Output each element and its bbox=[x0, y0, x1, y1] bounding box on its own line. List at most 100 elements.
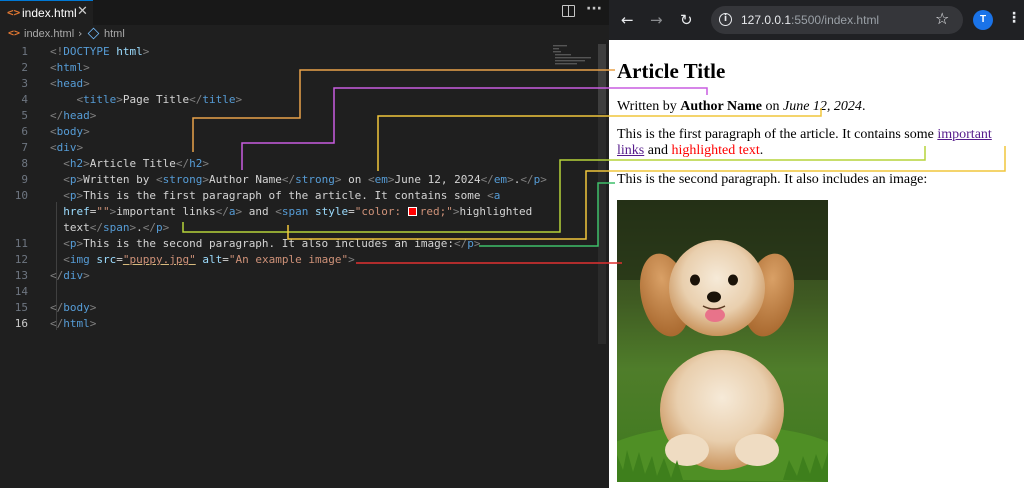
bookmark-star-icon[interactable]: ☆ bbox=[935, 9, 949, 28]
code-token: </ bbox=[50, 317, 64, 330]
code-text: <head> bbox=[50, 77, 90, 90]
code-token: body bbox=[56, 125, 84, 138]
code-token: style bbox=[314, 205, 349, 218]
code-token: < bbox=[63, 237, 70, 250]
breadcrumb-separator: › bbox=[78, 27, 83, 40]
color-swatch[interactable] bbox=[407, 207, 417, 216]
code-line[interactable]: 13 </div> bbox=[0, 269, 600, 285]
line-number: 13 bbox=[14, 269, 28, 282]
close-icon[interactable]: ✕ bbox=[77, 4, 88, 19]
more-actions-icon[interactable]: ··· bbox=[586, 1, 602, 17]
code-token: h2 bbox=[69, 157, 84, 170]
code-token: </ bbox=[175, 157, 190, 170]
code-line[interactable]: 10 <p>This is the first paragraph of the… bbox=[0, 189, 600, 205]
code-line[interactable]: 1 <!DOCTYPE html> bbox=[0, 45, 600, 61]
code-token: red;" bbox=[419, 205, 453, 218]
browser-menu-icon[interactable]: ⋮ bbox=[1007, 10, 1021, 26]
reload-icon[interactable]: ↻ bbox=[680, 11, 693, 29]
code-text: <img src="puppy.jpg" alt="An example ima… bbox=[50, 253, 354, 266]
code-token: span bbox=[103, 221, 130, 234]
code-line[interactable]: 2 <html> bbox=[0, 61, 600, 77]
code-line[interactable]: 12 <img src="puppy.jpg" alt="An example … bbox=[0, 253, 600, 269]
code-token: </ bbox=[142, 221, 156, 234]
tab-index-html[interactable]: <> index.html ✕ bbox=[0, 0, 93, 25]
code-token: title bbox=[83, 93, 117, 106]
code-token: div bbox=[56, 141, 77, 154]
breadcrumb-element[interactable]: html bbox=[104, 28, 125, 40]
code-token: href bbox=[63, 205, 90, 218]
code-token: </ bbox=[480, 173, 494, 186]
profile-avatar[interactable]: T bbox=[973, 10, 993, 30]
code-token: "puppy.jpg" bbox=[122, 253, 196, 266]
line-number: 5 bbox=[21, 109, 28, 122]
code-token: p bbox=[69, 189, 77, 202]
scrollbar-thumb[interactable] bbox=[598, 44, 606, 114]
code-token: > bbox=[76, 141, 84, 154]
code-text: <html> bbox=[50, 61, 90, 74]
code-text: <p>This is the second paragraph. It also… bbox=[50, 237, 480, 250]
html-file-icon: <> bbox=[7, 6, 21, 19]
code-token: body bbox=[63, 301, 90, 314]
line-number: 16 bbox=[14, 317, 28, 330]
code-token: > bbox=[83, 61, 90, 74]
code-line[interactable]: 16 </html> bbox=[0, 317, 600, 333]
code-line[interactable]: 8 <h2>Article Title</h2> bbox=[0, 157, 600, 173]
code-token: > bbox=[162, 221, 170, 234]
line-number: 11 bbox=[14, 237, 28, 250]
line-number: 7 bbox=[21, 141, 28, 154]
info-icon[interactable]: i bbox=[719, 13, 732, 26]
code-token: > bbox=[89, 109, 97, 122]
code-line[interactable]: 3 <head> bbox=[0, 77, 600, 93]
code-token: Article Title bbox=[89, 157, 176, 170]
code-token: = bbox=[116, 253, 123, 266]
code-area[interactable]: 1 <!DOCTYPE html> 2 <html> 3 <head> 4 <title>P… bbox=[0, 44, 600, 344]
code-line[interactable]: 5 </head> bbox=[0, 109, 600, 125]
code-line[interactable]: 11 <p>This is the second paragraph. It a… bbox=[0, 237, 600, 253]
code-text: text</span>.</p> bbox=[50, 221, 169, 234]
code-line[interactable]: text</span>.</p> bbox=[0, 221, 600, 237]
code-token: > bbox=[89, 317, 97, 330]
code-line[interactable]: 7 <div> bbox=[0, 141, 600, 157]
code-token: > bbox=[83, 77, 90, 90]
code-token: </ bbox=[50, 269, 64, 282]
code-token: < bbox=[487, 189, 494, 202]
code-token: < bbox=[50, 77, 57, 90]
author-name: Author Name bbox=[680, 99, 762, 114]
code-token: </ bbox=[89, 221, 103, 234]
code-token: = bbox=[222, 253, 229, 266]
code-text: <p>Written by <strong>Author Name</stron… bbox=[50, 173, 547, 186]
code-line[interactable]: 15 </body> bbox=[0, 301, 600, 317]
back-arrow-icon[interactable]: ← bbox=[621, 11, 634, 29]
second-paragraph: This is the second paragraph. It also in… bbox=[617, 172, 928, 187]
split-editor-icon[interactable] bbox=[562, 5, 575, 17]
breadcrumb-file[interactable]: index.html bbox=[24, 28, 74, 40]
html-file-icon: <> bbox=[8, 28, 21, 39]
line-number: 15 bbox=[14, 301, 28, 314]
code-token: > bbox=[89, 301, 97, 314]
highlighted-text: highlighted text bbox=[671, 143, 760, 158]
minimap[interactable] bbox=[552, 44, 592, 66]
code-token: < bbox=[63, 189, 70, 202]
code-token: src bbox=[96, 253, 117, 266]
code-token: p bbox=[156, 221, 163, 234]
code-line[interactable]: 9 <p>Written by <strong>Author Name</str… bbox=[0, 173, 600, 189]
code-line[interactable]: href="">important links</a> and <span st… bbox=[0, 205, 600, 221]
code-token: > bbox=[235, 93, 243, 106]
forward-arrow-icon[interactable]: → bbox=[650, 11, 663, 29]
line-number: 8 bbox=[21, 157, 28, 170]
code-line[interactable]: 4 <title>Page Title</title> bbox=[0, 93, 600, 109]
url-text[interactable]: 127.0.0.1:5500/index.html bbox=[741, 13, 879, 27]
code-token: < bbox=[50, 141, 57, 154]
code-line[interactable]: 14 bbox=[0, 285, 600, 301]
vertical-scrollbar[interactable] bbox=[598, 44, 606, 344]
code-token: <! bbox=[50, 45, 64, 58]
browser-toolbar: ← → ↻ i 127.0.0.1:5500/index.html ☆ T ⋮ bbox=[609, 0, 1024, 40]
code-token: span bbox=[281, 205, 309, 218]
byline-prefix: Written by bbox=[617, 99, 681, 114]
line-number: 10 bbox=[14, 189, 28, 202]
code-line[interactable]: 6 <body> bbox=[0, 125, 600, 141]
element-icon bbox=[87, 27, 100, 40]
address-bar[interactable]: i 127.0.0.1:5500/index.html ☆ bbox=[711, 6, 963, 34]
